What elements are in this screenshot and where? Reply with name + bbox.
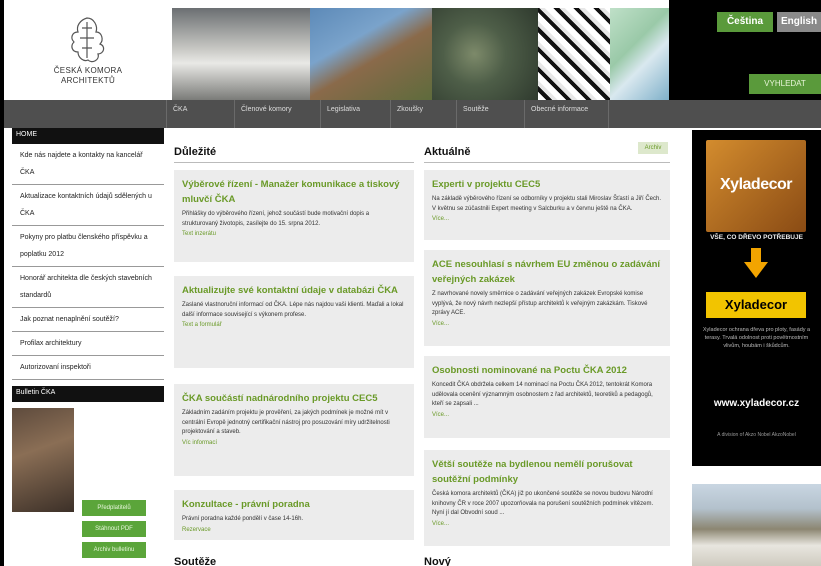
ad-slogan: VŠE, CO DŘEVO POTŘEBUJE <box>710 234 803 241</box>
ad-footer: A division of Akzo Nobel AkzoNobel <box>717 432 796 438</box>
nav-item-competitions[interactable]: Soutěže <box>456 100 489 128</box>
important-box-text: Přihlášky do výběrového řízení, jehož so… <box>182 211 370 227</box>
header-photo-aerial <box>432 8 538 100</box>
header-photo-map <box>610 8 669 100</box>
header-right: Čeština English VYHLEDAT <box>669 0 821 100</box>
bulletin-cover-image[interactable] <box>12 408 74 512</box>
ad-brand-logo: Xyladecor <box>706 292 806 318</box>
sidebar-item-contacts[interactable]: Kde nás najdete a kontakty na kancelář Č… <box>12 144 164 185</box>
important-box-title[interactable]: Aktualizujte své kontaktní údaje v datab… <box>182 283 406 298</box>
news-box-text: Česká komora architektů (ČKA) již po uko… <box>432 491 654 516</box>
sidebar-item-payment[interactable]: Pokyny pro platbu členského příspěvku a … <box>12 226 164 267</box>
nav-item-exams[interactable]: Zkoušky <box>390 100 423 128</box>
sidebar: HOME Kde nás najdete a kontakty na kance… <box>12 128 164 402</box>
important-box: Konzultace - právní poradna Právní porad… <box>174 490 414 540</box>
important-box-title[interactable]: Výběrové řízení - Manažer komunikace a t… <box>182 177 406 207</box>
nav-item-members[interactable]: Členové komory <box>234 100 292 128</box>
xyladecor-ad[interactable]: Xyladecor VŠE, CO DŘEVO POTŘEBUJE Xylade… <box>692 130 821 466</box>
important-box-text: Zaslané vlastnoruční informací od ČKA. L… <box>182 302 404 318</box>
main-nav: ČKA Členové komory Legislativa Zkoušky S… <box>4 100 821 128</box>
news-divider <box>424 162 670 163</box>
important-box: Aktualizujte své kontaktní údaje v datab… <box>174 276 414 368</box>
header-photo-strip <box>172 8 669 100</box>
important-box-title[interactable]: Konzultace - právní poradna <box>182 497 406 512</box>
sidebar-bulletin-head: Bulletin ČKA <box>12 386 164 402</box>
sidebar-item-fees[interactable]: Honorář architekta dle českých stavebníc… <box>12 267 164 308</box>
ad-wood-logo: Xyladecor <box>706 140 806 232</box>
page: ČESKÁ KOMORA ARCHITEKTŮ Čeština English … <box>4 0 821 566</box>
new-title: Nový <box>424 556 451 566</box>
important-box-link[interactable]: Text inzerátu <box>182 231 406 237</box>
sidebar-item-profile[interactable]: Profilax architektury <box>12 332 164 356</box>
important-box: Výběrové řízení - Manažer komunikace a t… <box>174 170 414 262</box>
news-box-title[interactable]: Experti v projektu CEC5 <box>432 177 662 192</box>
news-box-link[interactable]: Více... <box>432 321 662 327</box>
news-box-link[interactable]: Více... <box>432 521 662 527</box>
news-archive-link[interactable]: Archiv <box>638 142 668 154</box>
header-photo-building <box>310 8 432 100</box>
language-czech-button[interactable]: Čeština <box>717 12 773 32</box>
nav-item-legislation[interactable]: Legislativa <box>320 100 360 128</box>
news-box: Experti v projektu CEC5 Na základě výběr… <box>424 170 670 240</box>
news-box: Větší soutěže na bydlenou nemělí porušov… <box>424 450 670 546</box>
language-english-button[interactable]: English <box>777 12 821 32</box>
important-divider <box>174 162 414 163</box>
header-photo-plan <box>538 8 610 100</box>
landscape-ad-image[interactable] <box>692 484 821 566</box>
important-box-title[interactable]: ČKA součástí nadnárodního projektu CEC5 <box>182 391 406 406</box>
sidebar-item-update-contacts[interactable]: Aktualizace kontaktních údajů sdělených … <box>12 185 164 226</box>
important-box-link[interactable]: Víc informací <box>182 440 406 446</box>
nav-item-general-info[interactable]: Obecné informace <box>524 100 588 128</box>
ad-description: Xyladecor ochrana dřeva pro ploty, fasád… <box>702 327 811 349</box>
competitions-title: Soutěže <box>174 556 217 566</box>
important-box-link[interactable]: Text a formulář <box>182 322 406 328</box>
nav-item-cka[interactable]: ČKA <box>166 100 187 128</box>
news-box-title[interactable]: Osobnosti nominované na Poctu ČKA 2012 <box>432 363 662 378</box>
search-button[interactable]: VYHLEDAT <box>749 74 821 94</box>
important-box: ČKA součástí nadnárodního projektu CEC5 … <box>174 384 414 476</box>
important-box-link[interactable]: Rezervace <box>182 527 406 533</box>
logo-text: ČESKÁ KOMORA ARCHITEKTŮ <box>24 66 152 86</box>
important-box-text: Právní poradna každé pondělí v čase 14-1… <box>182 516 304 522</box>
news-box: Osobnosti nominované na Poctu ČKA 2012 K… <box>424 356 670 438</box>
logo-line2: ARCHITEKTŮ <box>60 76 116 85</box>
header-photo-gallery <box>172 8 310 100</box>
news-box-link[interactable]: Více... <box>432 412 662 418</box>
bulletin-download-button[interactable]: Stáhnout PDF <box>82 521 146 537</box>
news-box-text: Koncedit ČKA obdržela celkem 14 nominací… <box>432 382 653 407</box>
lion-emblem-icon <box>71 17 105 63</box>
logo-line1: ČESKÁ KOMORA <box>53 66 123 75</box>
news-box-text: Z navrhované novely směrnice o zadávání … <box>432 291 648 316</box>
sidebar-home[interactable]: HOME <box>12 128 164 144</box>
news-box-text: Na základě výběrového řízení se odborník… <box>432 196 662 212</box>
important-box-text: Základním zadáním projektu je prověření,… <box>182 410 390 435</box>
news-box: ACE nesouhlasí s návrhem EU změnou o zad… <box>424 250 670 346</box>
ad-url[interactable]: www.xyladecor.cz <box>692 398 821 409</box>
logo[interactable]: ČESKÁ KOMORA ARCHITEKTŮ <box>4 0 172 100</box>
sidebar-item-inspectors[interactable]: Autorizovaní inspektoři <box>12 356 164 380</box>
ad-brand-text: Xyladecor <box>720 176 792 193</box>
nav-divider <box>608 100 618 128</box>
bulletin-archive-button[interactable]: Archiv bulletinu <box>82 542 146 558</box>
arrow-down-icon <box>744 248 768 278</box>
news-box-title[interactable]: ACE nesouhlasí s návrhem EU změnou o zad… <box>432 257 662 287</box>
bulletin-subscribe-button[interactable]: Předplatitelů <box>82 500 146 516</box>
news-title: Aktuálně <box>424 146 471 158</box>
important-title: Důležité <box>174 146 217 158</box>
news-box-title[interactable]: Větší soutěže na bydlenou nemělí porušov… <box>432 457 662 487</box>
news-box-link[interactable]: Více... <box>432 216 662 222</box>
sidebar-item-competitions[interactable]: Jak poznat nenaplnění soutěží? <box>12 308 164 332</box>
